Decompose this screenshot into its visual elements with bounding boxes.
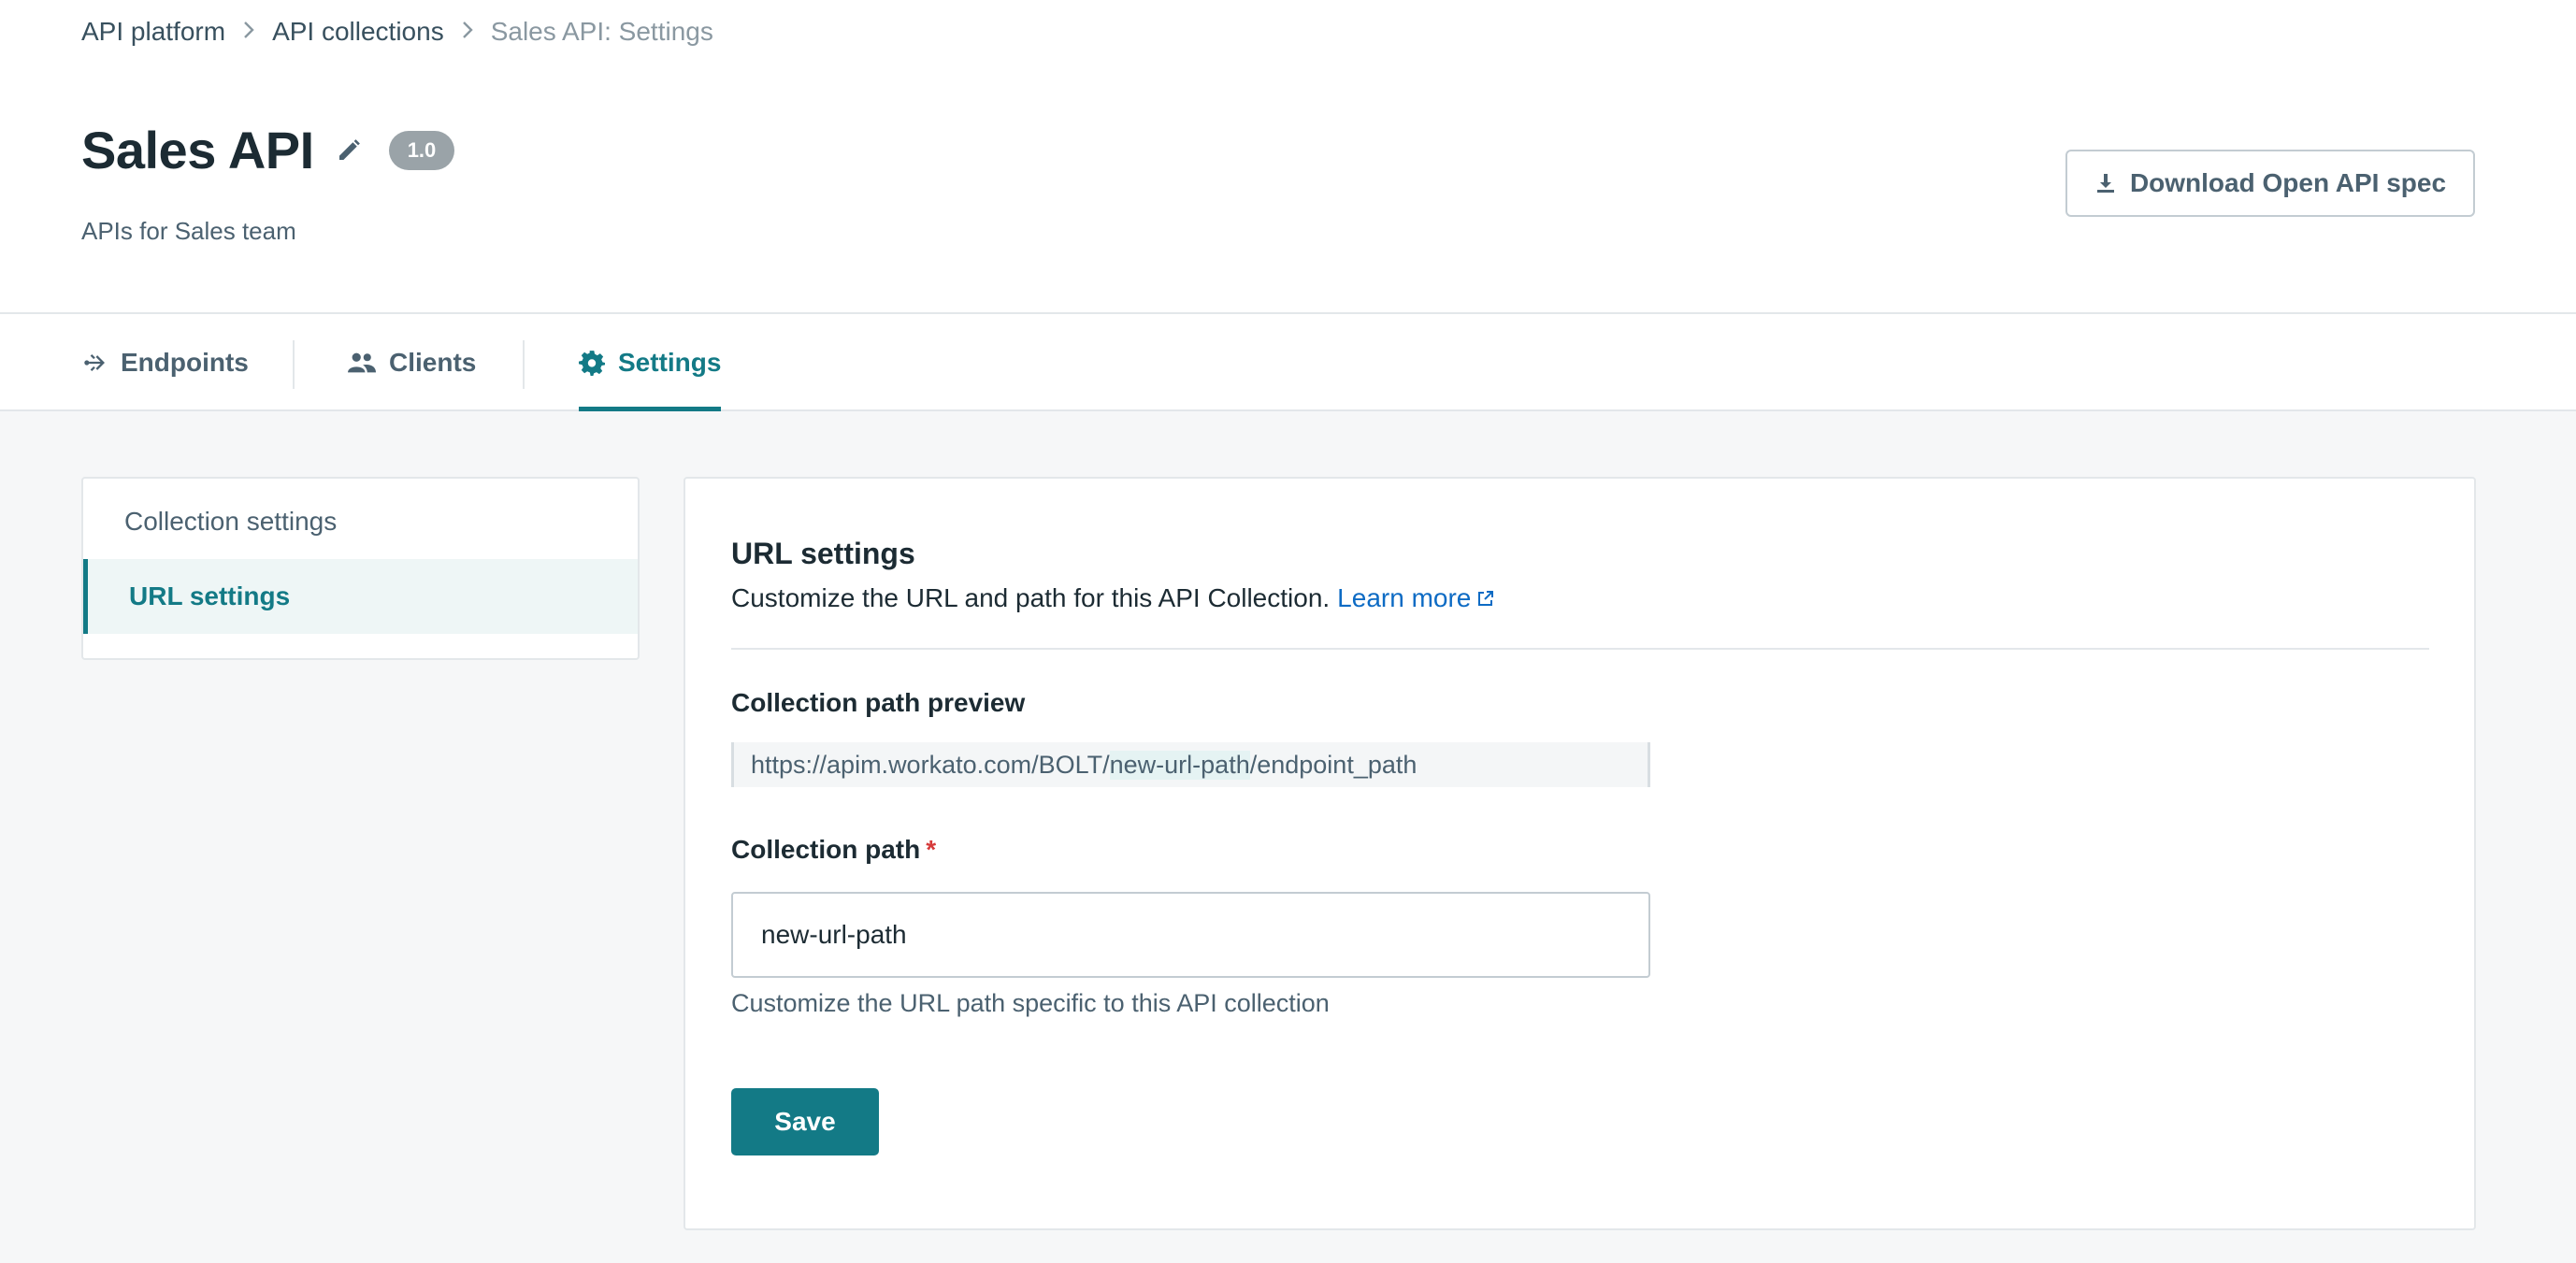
- page-title: Sales API: [81, 121, 314, 179]
- learn-more-link[interactable]: Learn more: [1337, 583, 1495, 613]
- collection-path-label: Collection path *: [731, 835, 936, 865]
- external-link-icon: [1476, 589, 1495, 608]
- page-subtitle: APIs for Sales team: [81, 217, 296, 245]
- breadcrumb-api-platform[interactable]: API platform: [81, 17, 225, 47]
- tab-settings[interactable]: Settings: [579, 314, 722, 411]
- preview-path-highlight: new-url-path: [1109, 750, 1250, 780]
- tab-endpoints[interactable]: Endpoints: [81, 314, 249, 411]
- settings-sidebar: Collection settings URL settings: [81, 477, 640, 660]
- tab-label: Clients: [389, 348, 477, 377]
- sidebar-item-url-settings[interactable]: URL settings: [83, 559, 638, 634]
- tab-label: Endpoints: [121, 348, 249, 377]
- preview-label: Collection path preview: [731, 688, 1026, 717]
- tab-label: Settings: [618, 348, 722, 377]
- tab-clients[interactable]: Clients: [348, 314, 476, 411]
- required-mark: *: [926, 835, 937, 864]
- learn-more-label: Learn more: [1337, 583, 1472, 612]
- download-icon: [2094, 172, 2117, 194]
- preview-suffix: /endpoint_path: [1249, 750, 1418, 779]
- download-label: Download Open API spec: [2129, 168, 2447, 197]
- version-badge: 1.0: [388, 130, 455, 170]
- tab-divider: [293, 340, 295, 389]
- endpoints-icon: [81, 350, 108, 376]
- collection-path-label-text: Collection path: [731, 835, 921, 864]
- download-openapi-button[interactable]: Download Open API spec: [2065, 150, 2475, 217]
- collection-path-preview: https://apim.workato.com/BOLT/ new-url-p…: [731, 742, 1650, 787]
- gear-icon: [579, 350, 605, 376]
- pencil-icon[interactable]: [335, 136, 363, 165]
- description-text: Customize the URL and path for this API …: [731, 583, 1331, 612]
- url-settings-panel: URL settings Customize the URL and path …: [684, 477, 2476, 1230]
- section-divider: [731, 648, 2429, 650]
- chevron-right-icon: [461, 18, 474, 47]
- breadcrumb: API platform API collections Sales API: …: [81, 17, 713, 47]
- tab-divider: [523, 340, 525, 389]
- collection-path-input[interactable]: [731, 892, 1650, 978]
- section-title: URL settings: [731, 537, 915, 570]
- save-button[interactable]: Save: [731, 1088, 879, 1155]
- tab-bar: Endpoints Clients Settings: [0, 314, 2576, 411]
- chevron-right-icon: [242, 18, 255, 47]
- page-header: API platform API collections Sales API: …: [0, 0, 2576, 314]
- breadcrumb-current: Sales API: Settings: [490, 17, 713, 46]
- users-icon: [348, 351, 376, 375]
- preview-prefix: https://apim.workato.com/BOLT/: [751, 750, 1110, 779]
- breadcrumb-api-collections[interactable]: API collections: [272, 17, 444, 47]
- collection-path-hint: Customize the URL path specific to this …: [731, 989, 1330, 1017]
- section-description: Customize the URL and path for this API …: [731, 583, 1495, 613]
- sidebar-item-collection-settings[interactable]: Collection settings: [83, 484, 638, 559]
- title-row: Sales API 1.0: [81, 120, 455, 180]
